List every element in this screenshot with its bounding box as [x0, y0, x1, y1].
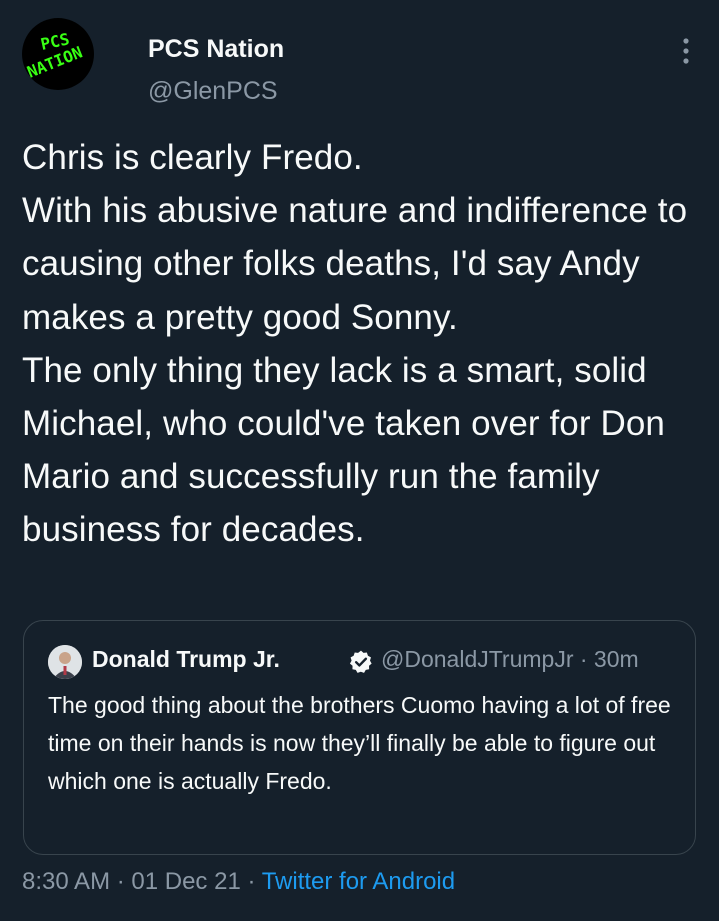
- tweet-timestamp[interactable]: 8:30 AM · 01 Dec 21 ·: [22, 868, 262, 895]
- tweet-source-link[interactable]: Twitter for Android: [262, 868, 455, 895]
- quoted-tweet-text: The good thing about the brothers Cuomo …: [48, 692, 671, 794]
- quoted-author-handle-time[interactable]: @DonaldJTrumpJr · 30m: [381, 646, 639, 673]
- author-handle[interactable]: @GlenPCS: [148, 74, 284, 108]
- quoted-author-avatar[interactable]: [48, 645, 82, 679]
- verified-badge-icon: [348, 649, 374, 675]
- avatar-logo: PCS NATION: [24, 29, 85, 81]
- tweet-text: Chris is clearly Fredo. With his abusive…: [22, 138, 688, 550]
- quoted-tweet-header: Donald Trump Jr. @DonaldJTrumpJr · 30m: [48, 643, 678, 679]
- quoted-tweet[interactable]: Donald Trump Jr. @DonaldJTrumpJr · 30m T…: [23, 620, 696, 855]
- author-avatar[interactable]: PCS NATION: [22, 18, 122, 90]
- quoted-author-name[interactable]: Donald Trump Jr.: [92, 646, 280, 673]
- author-display-name[interactable]: PCS Nation: [148, 32, 284, 66]
- author-names: PCS Nation @GlenPCS: [148, 32, 284, 108]
- more-vertical-icon[interactable]: [676, 34, 696, 70]
- tweet-meta: 8:30 AM · 01 Dec 21 · Twitter for Androi…: [22, 868, 455, 896]
- tweet-header: PCS NATION PCS Nation @GlenPCS: [22, 18, 702, 105]
